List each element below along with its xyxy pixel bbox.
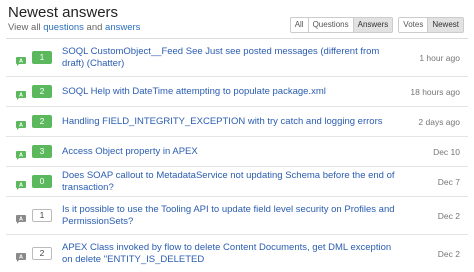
- list-item: A 1 Is it possible to use the Tooling API …: [6, 196, 468, 234]
- answer-timestamp: Dec 10: [433, 146, 460, 157]
- question-title-link[interactable]: Access Object property in APEX: [62, 146, 398, 158]
- answer-count-badge: 2: [32, 115, 52, 128]
- svg-text:A: A: [19, 183, 23, 189]
- sort-newest-button[interactable]: Newest: [427, 18, 463, 32]
- answer-timestamp: Dec 2: [437, 248, 460, 259]
- svg-text:A: A: [19, 217, 23, 223]
- svg-text:A: A: [19, 153, 23, 159]
- list-item: A 2 APEX Class invoked by flow to delete C…: [6, 234, 468, 272]
- list-item: A 0 Does SOAP callout to MetadataService n…: [6, 166, 468, 196]
- svg-text:A: A: [19, 255, 23, 261]
- answers-list: A 1 SOQL CustomObject__Feed See Just see p…: [6, 38, 468, 272]
- list-item: A 1 SOQL CustomObject__Feed See Just see p…: [6, 38, 468, 76]
- view-all-prefix: View all: [8, 22, 41, 33]
- sort-votes-button[interactable]: Votes: [399, 18, 428, 32]
- list-item: A 2 Handling FIELD_INTEGRITY_EXCEPTION wit…: [6, 106, 468, 136]
- answer-timestamp: Dec 7: [437, 176, 460, 187]
- answer-icon: A: [16, 177, 26, 190]
- answer-icon: A: [16, 87, 26, 100]
- question-title-link[interactable]: Handling FIELD_INTEGRITY_EXCEPTION with …: [62, 116, 398, 128]
- filter-answers-button[interactable]: Answers: [352, 18, 393, 32]
- filter-questions-button[interactable]: Questions: [307, 18, 353, 32]
- questions-link[interactable]: questions: [43, 22, 84, 33]
- answer-icon: A: [16, 117, 26, 130]
- and-text: and: [86, 22, 103, 33]
- svg-text:A: A: [19, 123, 23, 129]
- answer-count-badge: 1: [32, 51, 52, 64]
- answer-timestamp: 2 days ago: [418, 116, 460, 127]
- answer-timestamp: Dec 2: [437, 210, 460, 221]
- answer-count-badge: 2: [32, 247, 52, 260]
- type-filter-group: All Questions Answers: [289, 17, 394, 33]
- answer-count-badge: 2: [32, 85, 52, 98]
- filter-all-button[interactable]: All: [290, 18, 308, 32]
- list-item: A 3 Access Object property in APEX Dec 10: [6, 136, 468, 166]
- list-item: A 2 SOQL Help with DateTime attempting to …: [6, 76, 468, 106]
- sort-filter-group: Votes Newest: [398, 17, 464, 33]
- question-title-link[interactable]: Does SOAP callout to MetadataService not…: [62, 170, 398, 194]
- answer-icon: A: [16, 249, 26, 262]
- header: Newest answers View all questions and an…: [8, 4, 464, 34]
- answer-icon: A: [16, 53, 26, 66]
- question-title-link[interactable]: SOQL CustomObject__Feed See Just see pos…: [62, 46, 398, 70]
- answer-icon: A: [16, 147, 26, 160]
- answer-timestamp: 18 hours ago: [410, 86, 460, 97]
- svg-text:A: A: [19, 93, 23, 99]
- filter-bar: All Questions Answers Votes Newest: [289, 17, 464, 33]
- answers-link[interactable]: answers: [105, 22, 140, 33]
- question-title-link[interactable]: APEX Class invoked by flow to delete Con…: [62, 242, 398, 266]
- question-title-link[interactable]: Is it possible to use the Tooling API to…: [62, 204, 398, 228]
- answer-count-badge: 1: [32, 209, 52, 222]
- question-title-link[interactable]: SOQL Help with DateTime attempting to po…: [62, 86, 398, 98]
- answer-count-badge: 3: [32, 145, 52, 158]
- page-title: Newest answers: [8, 4, 119, 21]
- answer-count-badge: 0: [32, 175, 52, 188]
- answer-timestamp: 1 hour ago: [419, 52, 460, 63]
- answer-icon: A: [16, 211, 26, 224]
- svg-text:A: A: [19, 59, 23, 65]
- view-all-line: View all questions and answers: [8, 22, 140, 33]
